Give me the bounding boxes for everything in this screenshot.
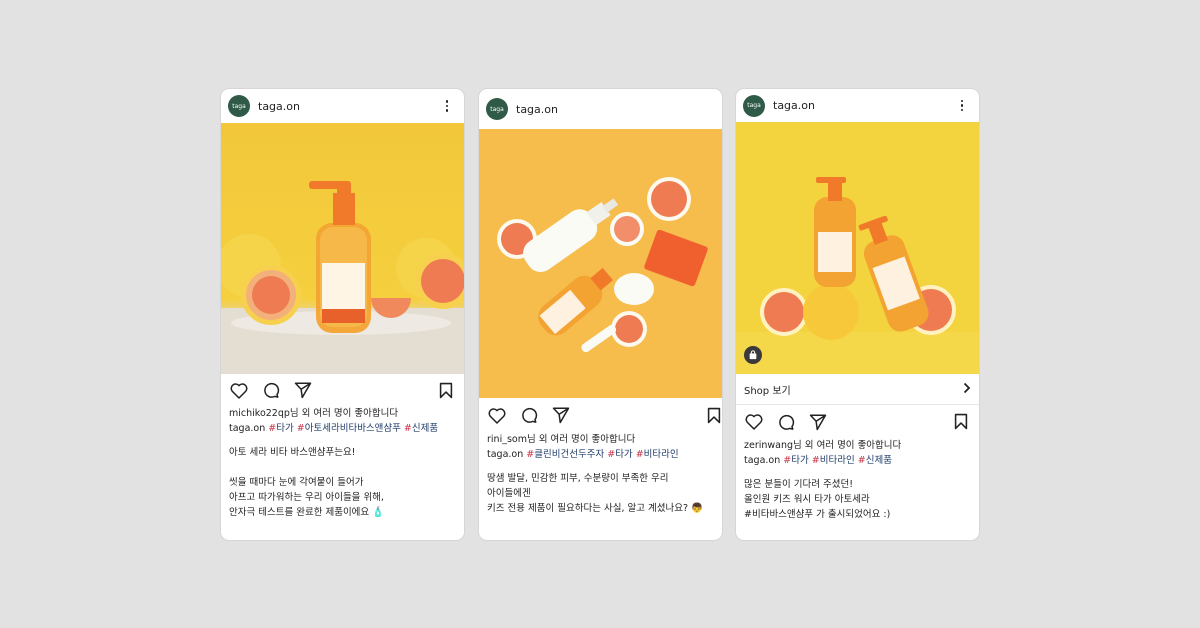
post-meta: michiko22qp님 외 여러 명이 좋아합니다 taga.on #타가 #… [221, 406, 464, 520]
product-photo [221, 181, 464, 374]
chevron-right-icon [963, 382, 971, 397]
username[interactable]: taga.on [516, 103, 712, 116]
caption-tags: taga.on #클린비건선두주자 #타가 #비타라인 [487, 447, 714, 462]
hashtag[interactable]: #타가 [268, 423, 293, 434]
caption-line: #비타바스앤샴푸 가 출시되었어요 :) [744, 509, 891, 520]
caption-user[interactable]: taga.on [487, 449, 523, 460]
hashtag[interactable]: #클린비건선두주자 [526, 449, 604, 460]
share-icon[interactable] [551, 405, 571, 425]
more-icon[interactable] [955, 97, 969, 115]
caption-text: 아토 세라 비타 바스앤샴푸는요! 씻을 때마다 눈에 각여뭍이 들어가 아프고… [229, 445, 456, 520]
hashtag-text: 타가 [276, 423, 294, 434]
username[interactable]: taga.on [773, 99, 955, 112]
hashtag-text: 비타라인 [643, 449, 679, 460]
post-card-3: taga taga.on Shop 보기 zerinwang님 외 여러 명이 … [736, 89, 979, 540]
username[interactable]: taga.on [258, 100, 440, 113]
hashtag[interactable]: #타가 [607, 449, 632, 460]
hashtag-symbol: # [635, 449, 644, 460]
post-meta: rini_som님 외 여러 명이 좋아합니다 taga.on #클린비건선두주… [479, 432, 722, 516]
likes-user[interactable]: rini_som [487, 434, 527, 445]
caption-user[interactable]: taga.on [744, 455, 780, 466]
caption-tags: taga.on #타가 #비타라인 #신제품 [744, 453, 971, 468]
caption-line: 아프고 따가워하는 우리 아이들을 위해, [229, 492, 384, 503]
hashtag[interactable]: #아토세라비타바스앤샴푸 [297, 423, 401, 434]
hashtag[interactable]: #신제품 [858, 455, 892, 466]
post-meta: zerinwang님 외 여러 명이 좋아합니다 taga.on #타가 #비타… [736, 438, 979, 522]
caption-line: 안자극 테스트를 완료한 제품이에요 🧴 [229, 507, 385, 518]
share-icon[interactable] [293, 380, 313, 400]
hashtag-text: 아토세라비타바스앤샴푸 [304, 423, 401, 434]
caption-text: 많은 분들이 기다려 주셨던! 올인원 키즈 워시 타가 아토세라 #비타바스앤… [744, 477, 971, 522]
hashtag-text: 신제품 [865, 455, 892, 466]
hashtag[interactable]: #신제품 [404, 423, 438, 434]
caption-line: 많은 분들이 기다려 주셨던! [744, 479, 854, 490]
caption-line: 아이들에겐 [487, 488, 531, 499]
post-image[interactable] [736, 122, 979, 374]
heart-icon[interactable] [487, 405, 507, 425]
hashtag-text: 타가 [615, 449, 633, 460]
bookmark-icon[interactable] [704, 405, 722, 425]
caption-line: 아토 세라 비타 바스앤샴푸는요! [229, 447, 356, 458]
hashtag-symbol: # [296, 423, 305, 434]
action-bar [479, 398, 722, 432]
hashtag-text: 신제품 [411, 423, 439, 434]
product-photo [479, 129, 722, 398]
hashtag-symbol: # [607, 449, 616, 460]
share-icon[interactable] [808, 412, 828, 432]
caption-tags: taga.on #타가 #아토세라비타바스앤샴푸 #신제품 [229, 421, 456, 436]
comment-icon[interactable] [519, 405, 539, 425]
post-image[interactable] [479, 129, 722, 398]
caption-line: 씻을 때마다 눈에 각여뭍이 들어가 [229, 477, 364, 488]
hashtag[interactable]: #비타라인 [636, 449, 679, 460]
caption-line: 땅샘 발달, 민감한 피부, 수분량이 부족한 우리 [487, 473, 669, 484]
shop-row[interactable]: Shop 보기 [736, 374, 979, 405]
likes-line: michiko22qp님 외 여러 명이 좋아합니다 [229, 406, 456, 421]
caption-text: 땅샘 발달, 민감한 피부, 수분량이 부족한 우리 아이들에겐 키즈 전용 제… [487, 471, 714, 516]
likes-user[interactable]: michiko22qp [229, 408, 290, 419]
likes-suffix: 님 외 여러 명이 좋아합니다 [526, 434, 636, 445]
avatar[interactable]: taga [228, 95, 250, 117]
hashtag-symbol: # [857, 455, 866, 466]
heart-icon[interactable] [744, 412, 764, 432]
shop-label: Shop 보기 [744, 385, 791, 397]
hashtag[interactable]: #비타라인 [812, 455, 855, 466]
hashtag-text: 비타라인 [819, 455, 855, 466]
action-bar [736, 405, 979, 438]
product-photo [736, 122, 979, 374]
comment-icon[interactable] [776, 412, 796, 432]
post-header: taga taga.on [221, 89, 464, 123]
post-card-1: taga taga.on michiko22qp님 외 여러 명이 좋아합니다 … [221, 89, 464, 540]
hashtag-symbol: # [811, 455, 820, 466]
more-icon[interactable] [440, 97, 454, 115]
likes-suffix: 님 외 여러 명이 좋아합니다 [793, 440, 902, 451]
bookmark-icon[interactable] [951, 412, 971, 432]
likes-line: rini_som님 외 여러 명이 좋아합니다 [487, 432, 714, 447]
shopping-bag-icon[interactable] [744, 346, 762, 364]
post-header: taga taga.on [736, 89, 979, 122]
action-bar [221, 374, 464, 406]
post-card-2: taga taga.on rini_som님 외 여러 명이 좋아합니다 tag… [479, 89, 722, 540]
hashtag-text: 클린비건선두주자 [534, 449, 605, 460]
post-image[interactable] [221, 123, 464, 374]
likes-user[interactable]: zerinwang [744, 440, 793, 451]
caption-user[interactable]: taga.on [229, 423, 265, 434]
bookmark-icon[interactable] [436, 380, 456, 400]
hashtag-symbol: # [403, 423, 412, 434]
hashtag-text: 타가 [791, 455, 809, 466]
likes-line: zerinwang님 외 여러 명이 좋아합니다 [744, 438, 971, 453]
caption-line: 키즈 전용 제품이 필요하다는 사실, 알고 계셨나요? 👦 [487, 503, 703, 514]
avatar[interactable]: taga [486, 98, 508, 120]
comment-icon[interactable] [261, 380, 281, 400]
post-header: taga taga.on [479, 89, 722, 129]
hashtag[interactable]: #타가 [783, 455, 808, 466]
likes-suffix: 님 외 여러 명이 좋아합니다 [289, 408, 399, 419]
caption-line: 올인원 키즈 워시 타가 아토세라 [744, 494, 870, 505]
avatar[interactable]: taga [743, 94, 765, 117]
heart-icon[interactable] [229, 380, 249, 400]
